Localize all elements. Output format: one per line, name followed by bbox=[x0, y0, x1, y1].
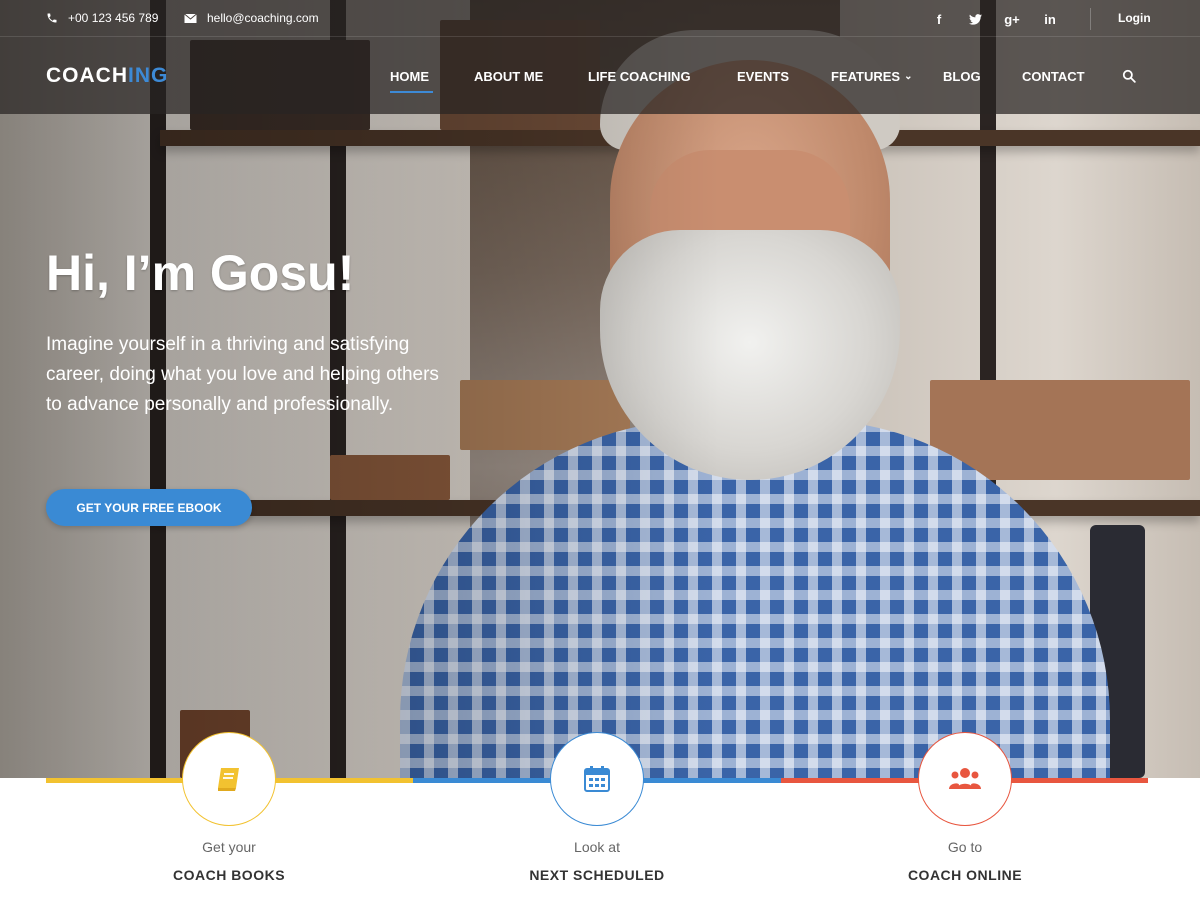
nav-active-indicator bbox=[390, 91, 433, 93]
next-scheduled-circle[interactable] bbox=[550, 732, 644, 826]
login-link[interactable]: Login bbox=[1118, 11, 1151, 25]
coach-online-circle[interactable] bbox=[918, 732, 1012, 826]
facebook-icon[interactable]: f bbox=[928, 8, 950, 30]
phone-contact[interactable]: +00 123 456 789 bbox=[46, 11, 158, 25]
twitter-icon[interactable] bbox=[964, 8, 986, 30]
email-address: hello@coaching.com bbox=[207, 11, 319, 25]
free-ebook-button[interactable]: GET YOUR FREE EBOOK bbox=[46, 489, 252, 526]
nav-contact[interactable]: CONTACT bbox=[1022, 69, 1085, 84]
email-contact[interactable]: hello@coaching.com bbox=[184, 11, 319, 25]
chevron-down-icon: ⌄ bbox=[904, 71, 913, 82]
topbar-divider bbox=[1090, 8, 1091, 30]
nav-blog[interactable]: BLOG bbox=[943, 69, 981, 84]
calendar-icon bbox=[584, 766, 610, 792]
nav-about-me[interactable]: ABOUT ME bbox=[474, 69, 543, 84]
hero-description: Imagine yourself in a thriving and satis… bbox=[46, 334, 439, 415]
feature-2-caption: Look at bbox=[574, 839, 620, 855]
nav-life-coaching[interactable]: LIFE COACHING bbox=[588, 69, 691, 84]
phone-number: +00 123 456 789 bbox=[68, 11, 159, 25]
logo-text-part1: COACH bbox=[46, 64, 128, 87]
top-bar: +00 123 456 789 hello@coaching.com f g+ … bbox=[0, 0, 1200, 37]
site-header: +00 123 456 789 hello@coaching.com f g+ … bbox=[0, 0, 1200, 114]
nav-home[interactable]: HOME bbox=[390, 69, 429, 84]
book-icon bbox=[218, 768, 239, 791]
hero-title: Hi, I’m Gosu! bbox=[46, 245, 355, 301]
users-icon bbox=[949, 768, 981, 789]
nav-events[interactable]: EVENTS bbox=[737, 69, 789, 84]
feature-3-title[interactable]: COACH ONLINE bbox=[845, 867, 1085, 883]
feature-3-caption: Go to bbox=[947, 839, 983, 855]
phone-icon bbox=[47, 13, 57, 23]
feature-2-title[interactable]: NEXT SCHEDULED bbox=[477, 867, 717, 883]
coach-books-circle[interactable] bbox=[182, 732, 276, 826]
feature-1-caption: Get your bbox=[202, 839, 256, 855]
feature-1-title[interactable]: COACH BOOKS bbox=[109, 867, 349, 883]
envelope-icon bbox=[184, 13, 197, 23]
search-icon[interactable] bbox=[1122, 69, 1136, 83]
logo-text-part2: ING bbox=[128, 64, 169, 87]
google-plus-icon[interactable]: g+ bbox=[1001, 8, 1023, 30]
site-logo[interactable]: COACHING bbox=[46, 64, 168, 88]
nav-features[interactable]: FEATURES ⌄ bbox=[831, 69, 913, 84]
linkedin-icon[interactable]: in bbox=[1039, 8, 1061, 30]
nav-features-label: FEATURES bbox=[831, 69, 901, 84]
